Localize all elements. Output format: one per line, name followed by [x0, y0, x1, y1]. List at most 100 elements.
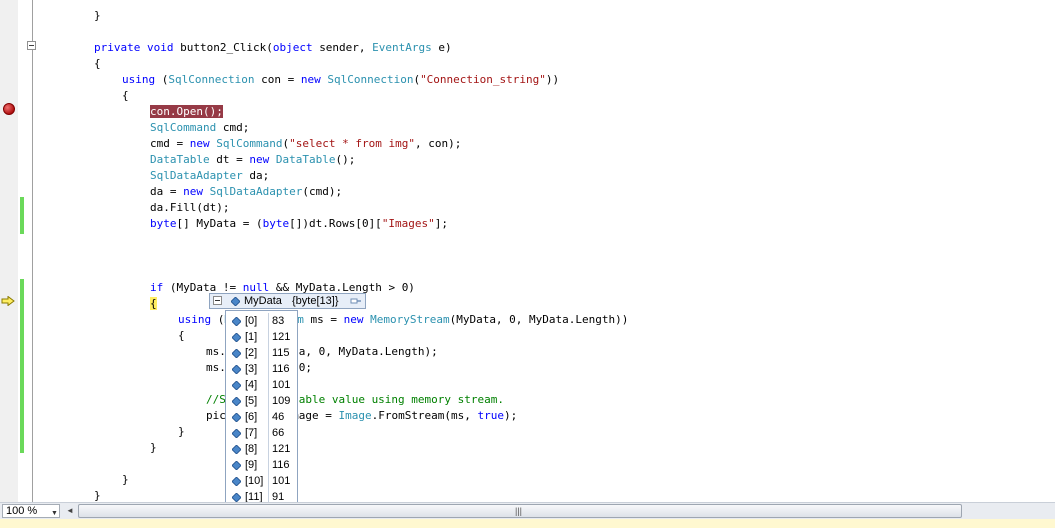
datatip-item-row[interactable]: [4] 101 — [226, 377, 297, 393]
code-token: SqlCommand — [216, 137, 283, 150]
code-token: con.Open(); — [150, 105, 223, 118]
code-token: } — [94, 489, 101, 502]
code-line-if-close-brace[interactable]: } — [150, 440, 157, 456]
datatip-header[interactable]: MyData {byte[13]} — [209, 293, 366, 309]
code-token: (); — [335, 153, 356, 166]
datatip-item-value[interactable]: 91 — [272, 489, 284, 502]
code-line-using-connection[interactable]: using (SqlConnection con = new SqlConnec… — [122, 72, 559, 88]
code-line-adapter-assign[interactable]: da = new SqlDataAdapter(cmd); — [150, 184, 342, 200]
code-token: ]; — [434, 217, 449, 230]
indicator-margin[interactable] — [0, 0, 18, 502]
datatip-item-index: [4] — [245, 379, 258, 391]
datatip-items[interactable]: [0] 83 [1] 121 [2] 115 [3] 116 [4] 101 [5] 109 [6] 46… — [225, 310, 298, 502]
code-token: byte — [262, 217, 290, 230]
datatip-item-value[interactable]: 116 — [272, 361, 290, 377]
datatip-item-row[interactable]: [0] 83 — [226, 313, 297, 329]
code-token: using — [178, 313, 218, 326]
code-token: { — [178, 329, 185, 342]
code-token: using — [122, 73, 162, 86]
field-icon — [232, 365, 241, 374]
datatip-item-row[interactable]: [9] 116 — [226, 457, 297, 473]
pin-icon[interactable] — [350, 296, 362, 306]
code-editor[interactable]: } private void button2_Click(object sende… — [0, 0, 1055, 502]
field-icon — [232, 493, 241, 502]
datatip-item-value[interactable]: 101 — [272, 377, 290, 393]
code-line-stream-close-brace[interactable]: } — [178, 424, 185, 440]
field-icon — [232, 477, 241, 486]
datatip-item-value[interactable]: 101 — [272, 473, 290, 489]
code-token: { — [150, 297, 157, 310]
code-line-method-close-brace[interactable]: } — [94, 488, 101, 502]
zoom-combobox[interactable]: 100 % ▼ — [2, 504, 60, 518]
code-token: "Connection_string" — [420, 73, 546, 86]
outline-collapse-icon[interactable] — [27, 41, 36, 50]
code-token: SqlConnection — [327, 73, 414, 86]
datatip-item-value[interactable]: 115 — [272, 345, 290, 361]
code-token: new — [183, 185, 210, 198]
scroll-grip-icon[interactable]: ||| — [515, 505, 522, 517]
code-line-using-close-brace[interactable]: } — [122, 472, 129, 488]
code-line-da-fill[interactable]: da.Fill(dt); — [150, 200, 229, 216]
datatip-item-row[interactable]: [5] 109 — [226, 393, 297, 409]
datatip-variable-name: MyData — [244, 295, 282, 307]
datatip-item-index: [2] — [245, 347, 258, 359]
code-line-cmd-assign[interactable]: cmd = new SqlCommand("select * from img"… — [150, 136, 461, 152]
datatip-item-value[interactable]: 46 — [272, 409, 284, 425]
code-line-method-open-brace[interactable]: { — [94, 56, 101, 72]
horizontal-scrollbar[interactable]: ||| — [78, 504, 962, 518]
datatip-item-row[interactable]: [11] 91 — [226, 489, 297, 502]
code-line-adapter-decl[interactable]: SqlDataAdapter da; — [150, 168, 269, 184]
code-token: da; — [249, 169, 270, 182]
scroll-left-icon[interactable]: ◄ — [66, 506, 74, 515]
datatip-item-index: [11] — [245, 491, 263, 502]
datatip-item-index: [0] — [245, 315, 258, 327]
code-line-datatable-decl[interactable]: DataTable dt = new DataTable(); — [150, 152, 355, 168]
code-line-using-open-brace[interactable]: { — [122, 88, 129, 104]
datatip-item-index: [9] — [245, 459, 258, 471]
datatip-item-row[interactable]: [8] 121 — [226, 441, 297, 457]
field-icon — [232, 461, 241, 470]
current-statement-arrow-icon — [1, 296, 15, 306]
datatip-item-index: [1] — [245, 331, 258, 343]
datatip-item-value[interactable]: 83 — [272, 313, 284, 329]
datatip-item-value[interactable]: 66 — [272, 425, 284, 441]
datatip-item-value[interactable]: 109 — [272, 393, 290, 409]
datatip-item-value[interactable]: 121 — [272, 441, 290, 457]
code-token: new — [300, 73, 328, 86]
code-line-mydata-assign[interactable]: byte[] MyData = (byte[])dt.Rows[0]["Imag… — [150, 216, 448, 232]
datatip-column-divider — [268, 473, 269, 489]
datatip-column-divider — [268, 345, 269, 361]
datatip-item-row[interactable]: [1] 121 — [226, 329, 297, 345]
code-token: )) — [545, 73, 560, 86]
code-line-close-brace-prev[interactable]: } — [94, 8, 101, 24]
datatip-item-value[interactable]: 116 — [272, 457, 290, 473]
datatip-column-divider — [268, 393, 269, 409]
datatip-item-row[interactable]: [6] 46 — [226, 409, 297, 425]
code-token: byte — [150, 217, 177, 230]
field-icon — [232, 413, 241, 422]
code-token: [] MyData = ( — [176, 217, 263, 230]
datatip-item-value[interactable]: 121 — [272, 329, 290, 345]
code-line-if-open-brace[interactable]: { — [150, 296, 157, 312]
datatip-column-divider — [268, 329, 269, 345]
editor-bottom-bar: 100 % ▼ ◄ ||| — [0, 502, 1055, 519]
datatip-item-row[interactable]: [7] 66 — [226, 425, 297, 441]
field-icon — [232, 381, 241, 390]
code-token: new — [343, 313, 371, 326]
datatip-item-row[interactable]: [10] 101 — [226, 473, 297, 489]
datatip-collapse-icon[interactable] — [213, 296, 222, 305]
code-token: { — [122, 89, 129, 102]
code-line-con-open[interactable]: con.Open(); — [150, 104, 223, 120]
code-token: MemoryStream — [370, 313, 450, 326]
datatip-item-row[interactable]: [2] 115 — [226, 345, 297, 361]
code-line-stream-open-brace[interactable]: { — [178, 328, 185, 344]
datatip-column-divider — [268, 409, 269, 425]
code-token: DataTable — [275, 153, 336, 166]
code-line-method-signature[interactable]: private void button2_Click(object sender… — [94, 40, 452, 56]
breakpoint-icon[interactable] — [3, 103, 15, 115]
datatip-item-row[interactable]: [3] 116 — [226, 361, 297, 377]
code-line-sqlcommand-decl[interactable]: SqlCommand cmd; — [150, 120, 249, 136]
code-token: } — [94, 9, 101, 22]
datatip-item-index: [6] — [245, 411, 258, 423]
code-token: } — [178, 425, 185, 438]
